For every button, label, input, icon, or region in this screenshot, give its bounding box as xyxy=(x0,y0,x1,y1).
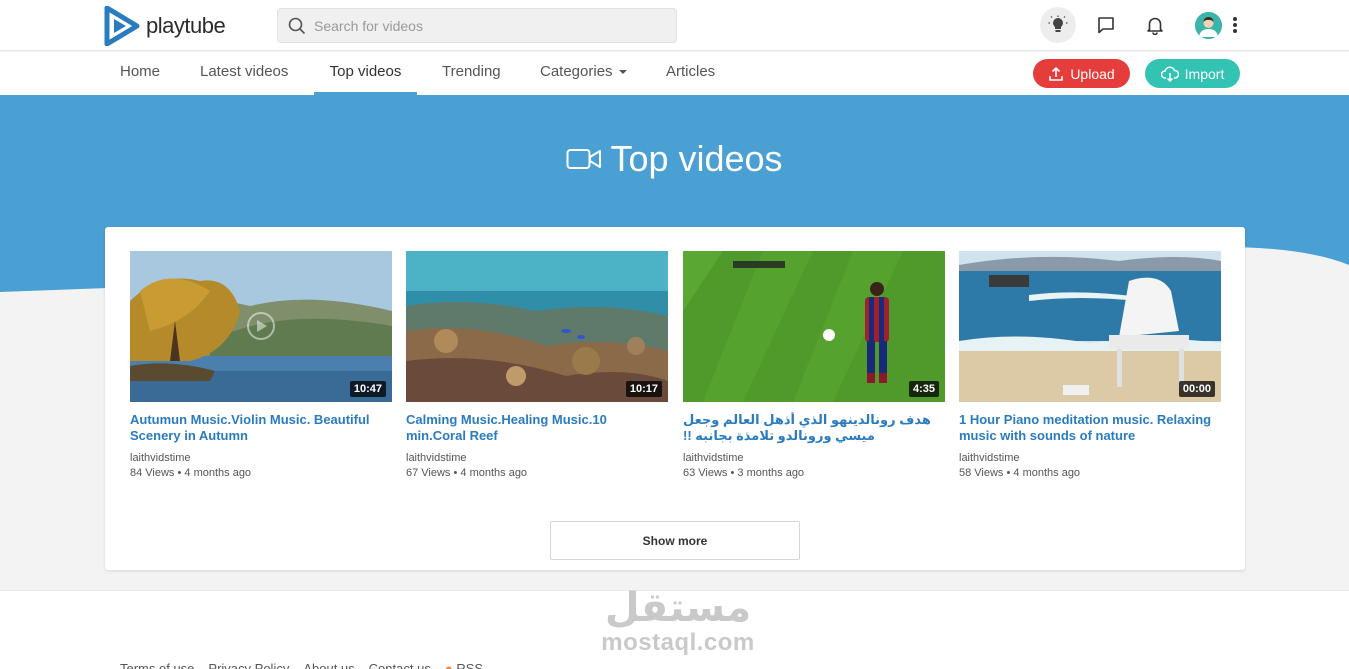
cloud-download-icon xyxy=(1160,66,1179,82)
footer-link-rss[interactable]: ● RSS xyxy=(445,661,483,669)
watermark-arabic: مستقل xyxy=(604,585,752,631)
main-nav: Home Latest videos Top videos Trending C… xyxy=(0,52,1349,95)
video-meta: 63 Views • 3 months ago xyxy=(683,467,805,479)
import-label: Import xyxy=(1184,65,1225,82)
search-bar[interactable] xyxy=(277,8,677,43)
avatar[interactable] xyxy=(1195,12,1222,39)
video-title[interactable]: Autumun Music.Violin Music. Beautiful Sc… xyxy=(130,412,392,444)
playtube-logo[interactable]: playtube xyxy=(104,6,226,46)
import-button[interactable]: Import xyxy=(1145,59,1240,88)
footer-link-terms[interactable]: Terms of use xyxy=(120,661,194,669)
footer-link-contact[interactable]: Contact us xyxy=(369,661,431,669)
footer-link-about[interactable]: About us xyxy=(303,661,354,669)
video-meta: 58 Views • 4 months ago xyxy=(959,467,1081,479)
rss-icon: ● xyxy=(444,661,453,669)
video-channel[interactable]: laithvidstime xyxy=(406,452,668,464)
page-title-text: Top videos xyxy=(610,138,783,179)
logo-text: playtube xyxy=(146,13,226,38)
video-duration: 4:35 xyxy=(908,381,939,397)
upload-icon xyxy=(1049,66,1064,81)
search-input[interactable] xyxy=(314,17,654,34)
video-duration: 10:17 xyxy=(625,381,662,397)
nav-categories-label: Categories xyxy=(540,63,613,80)
show-more-button[interactable]: Show more xyxy=(550,521,800,560)
video-title[interactable]: 1 Hour Piano meditation music. Relaxing … xyxy=(959,412,1221,444)
nav-categories[interactable]: Categories xyxy=(540,52,627,95)
video-camera-icon xyxy=(566,149,602,169)
nav-articles[interactable]: Articles xyxy=(666,52,715,95)
videos-card: 10:47 Autumun Music.Violin Music. Beauti… xyxy=(105,227,1245,570)
lightbulb-icon xyxy=(1048,15,1068,32)
upload-button[interactable]: Upload xyxy=(1033,59,1130,88)
video-thumbnail[interactable]: 10:47 xyxy=(130,251,392,402)
caret-down-icon xyxy=(618,70,627,75)
watermark-latin: mostaql.com xyxy=(601,629,755,656)
video-title[interactable]: هدف رونالدينهو الذي أذهل العالم وجعل ميس… xyxy=(683,412,945,444)
video-title[interactable]: Calming Music.Healing Music.10 min.Coral… xyxy=(406,412,668,444)
video-item[interactable]: 4:35 هدف رونالدينهو الذي أذهل العالم وجع… xyxy=(683,251,945,479)
video-thumbnail[interactable]: 10:17 xyxy=(406,251,668,402)
video-meta: 67 Views • 4 months ago xyxy=(406,467,528,479)
beach-piano-thumbnail xyxy=(959,251,1221,402)
video-duration: 10:47 xyxy=(349,381,386,397)
video-channel[interactable]: laithvidstime xyxy=(959,452,1221,464)
bell-icon xyxy=(1147,17,1163,35)
page-title: Top videos xyxy=(0,138,1349,180)
video-channel[interactable]: laithvidstime xyxy=(683,452,945,464)
nav-home[interactable]: Home xyxy=(120,52,160,95)
notifications-button[interactable] xyxy=(1137,7,1173,43)
nav-trending[interactable]: Trending xyxy=(442,52,501,95)
video-item[interactable]: 10:17 Calming Music.Healing Music.10 min… xyxy=(406,251,668,479)
video-item[interactable]: 10:47 Autumun Music.Violin Music. Beauti… xyxy=(130,251,392,479)
play-logo-icon xyxy=(104,6,140,46)
video-thumbnail[interactable]: 00:00 xyxy=(959,251,1221,402)
search-icon xyxy=(288,17,306,34)
football-pitch-thumbnail xyxy=(683,251,945,402)
coral-reef-thumbnail xyxy=(406,251,668,402)
message-icon xyxy=(1098,17,1114,34)
video-channel[interactable]: laithvidstime xyxy=(130,452,392,464)
autumn-lake-thumbnail xyxy=(130,251,392,402)
video-duration: 00:00 xyxy=(1178,381,1215,397)
footer-link-rss-label: RSS xyxy=(456,661,484,669)
video-item[interactable]: 00:00 1 Hour Piano meditation music. Rel… xyxy=(959,251,1221,479)
footer-link-privacy[interactable]: Privacy Policy xyxy=(208,661,289,669)
watermark: مستقل mostaql.com xyxy=(593,586,763,656)
theme-toggle-button[interactable] xyxy=(1040,7,1076,43)
nav-latest-videos[interactable]: Latest videos xyxy=(200,52,288,95)
upload-label: Upload xyxy=(1070,65,1115,82)
nav-top-videos[interactable]: Top videos xyxy=(314,52,417,95)
more-vertical-icon[interactable] xyxy=(1228,14,1242,36)
top-header: playtube xyxy=(0,0,1349,51)
user-avatar-icon xyxy=(1195,12,1222,39)
messages-button[interactable] xyxy=(1088,7,1124,43)
video-meta: 84 Views • 4 months ago xyxy=(130,467,252,479)
video-thumbnail[interactable]: 4:35 xyxy=(683,251,945,402)
footer-links: Terms of use Privacy Policy About us Con… xyxy=(120,661,483,669)
